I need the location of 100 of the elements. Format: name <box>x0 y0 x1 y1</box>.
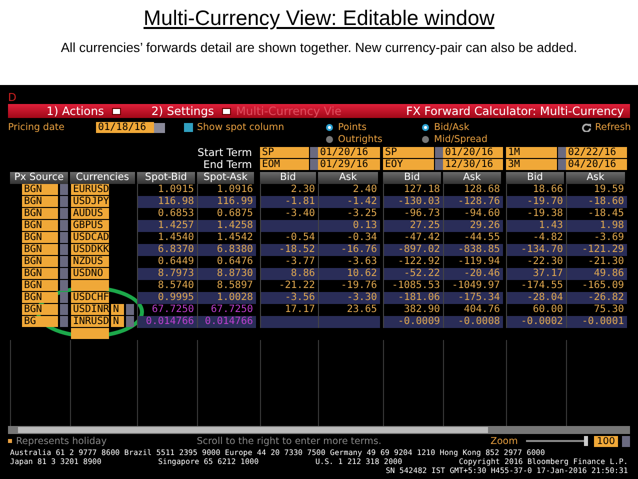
table-cell: 27.25 <box>383 220 443 232</box>
currency-field[interactable]: AUDUS <box>71 208 109 219</box>
menu-button[interactable]: 1) Actions <box>8 104 126 118</box>
zoom-field[interactable]: 100 <box>594 436 618 446</box>
currency-field[interactable]: USDCHF <box>71 292 109 303</box>
currency-field[interactable]: USDDKK <box>71 244 109 255</box>
radio-button[interactable]: Points <box>326 122 422 133</box>
table-cell: -18.52 <box>260 244 318 256</box>
currency-field[interactable]: NZDUS <box>71 256 109 267</box>
table-cell: 1.4257 <box>137 220 197 232</box>
currency-field[interactable]: USDINR <box>71 304 109 315</box>
term-field[interactable]: EOY <box>383 159 434 170</box>
table-cell: 29.26 <box>443 220 503 232</box>
table-cell: -838.85 <box>443 244 503 256</box>
legend-text: Represents holiday <box>16 436 107 446</box>
menu-button[interactable]: 2) Settings <box>126 104 236 118</box>
table-cell: 0.13 <box>318 220 380 232</box>
table-cell: 0.014766 <box>137 316 197 328</box>
zoom-label: Zoom <box>490 436 518 446</box>
dropdown-button[interactable] <box>622 436 630 446</box>
mode-field[interactable]: N <box>111 304 124 315</box>
date-field[interactable]: 01/29/16 <box>318 159 380 170</box>
slide-subtitle: All currencies’ forwards detail are shown together. New currency-pair can also be added. <box>60 40 578 55</box>
column-header: Ask <box>566 172 625 184</box>
term-label: End Term <box>203 159 253 171</box>
table-cell: 8.8730 <box>197 268 256 280</box>
date-field[interactable]: 01/20/16 <box>443 147 503 158</box>
currency-field[interactable]: USDCAD <box>71 232 109 243</box>
table-cell: 0.9995 <box>137 292 197 304</box>
source-field[interactable]: BGN <box>22 232 58 243</box>
source-field[interactable]: BGN <box>22 208 58 219</box>
table-cell: 1.43 <box>506 220 566 232</box>
table-cell: -16.76 <box>318 244 380 256</box>
currency-field[interactable]: USDNO <box>71 268 109 279</box>
table-cell: -19.70 <box>506 196 566 208</box>
source-field[interactable]: BGN <box>22 220 58 231</box>
column-header: Px Source <box>10 172 68 184</box>
table-cell: 6.8370 <box>137 244 197 256</box>
currency-field[interactable]: USDJPY <box>71 196 109 207</box>
table-cell: -0.0001 <box>566 316 627 328</box>
source-field[interactable]: BGN <box>22 184 58 195</box>
table-cell: -52.22 <box>383 268 443 280</box>
refresh-button[interactable]: Refresh <box>582 122 631 133</box>
radio-button[interactable]: Mid/Spread <box>422 134 582 145</box>
table-cell: -121.29 <box>566 244 627 256</box>
column-header: Spot-Ask <box>197 172 254 184</box>
checkbox[interactable]: Show spot column <box>184 122 326 133</box>
term-field[interactable]: SP <box>260 147 309 158</box>
table-cell: -3.30 <box>318 292 380 304</box>
dropdown-icon <box>222 108 231 114</box>
source-field[interactable]: BG <box>22 316 58 327</box>
table-cell: -0.0002 <box>506 316 566 328</box>
column-header: Ask <box>318 172 378 184</box>
table-cell: 116.98 <box>137 196 197 208</box>
currency-input-field[interactable] <box>71 328 109 339</box>
table-cell: 1.98 <box>566 220 627 232</box>
slide-title: Multi-Currency View: Editable window <box>144 7 494 31</box>
source-field[interactable]: BGN <box>22 256 58 267</box>
radio-button[interactable]: Bid/Ask <box>422 122 582 133</box>
source-field[interactable]: BGN <box>22 280 58 291</box>
currency-field[interactable] <box>71 280 109 291</box>
table-cell: -18.60 <box>566 196 627 208</box>
calendar-button[interactable] <box>154 122 165 132</box>
function-code: D <box>7 90 16 104</box>
table-cell: -130.03 <box>383 196 443 208</box>
mode-field[interactable]: N <box>111 316 124 327</box>
table-cell: -1.81 <box>260 196 318 208</box>
source-field[interactable]: BGN <box>22 244 58 255</box>
horizontal-scrollbar[interactable] <box>8 426 630 434</box>
date-field[interactable]: 01/20/16 <box>318 147 380 158</box>
date-field[interactable]: 02/22/16 <box>566 147 627 158</box>
term-label: Start Term <box>198 147 253 159</box>
source-field[interactable]: BGN <box>22 304 58 315</box>
table-cell: -128.76 <box>443 196 503 208</box>
source-field[interactable]: BGN <box>22 268 58 279</box>
term-field[interactable]: EOM <box>260 159 309 170</box>
column-header: Bid <box>383 172 441 184</box>
table-cell: 1.0028 <box>197 292 256 304</box>
table-cell: -20.46 <box>443 268 503 280</box>
source-field[interactable]: BGN <box>22 196 58 207</box>
table-cell: 49.86 <box>566 268 627 280</box>
date-field[interactable]: 04/20/16 <box>566 159 627 170</box>
column-header: Spot-Bid <box>137 172 195 184</box>
currency-field[interactable]: EURUSD <box>71 184 109 195</box>
term-field[interactable]: SP <box>383 147 434 158</box>
term-field[interactable]: 1M <box>506 147 557 158</box>
date-field[interactable]: 01/18/16 <box>96 122 154 133</box>
term-field[interactable]: 3M <box>506 159 557 170</box>
source-field[interactable]: BGN <box>22 292 58 303</box>
table-cell: 37.17 <box>506 268 566 280</box>
currency-field[interactable]: GBPUS <box>71 220 109 231</box>
currency-field[interactable]: INRUSD <box>71 316 109 327</box>
holiday-marker-icon <box>8 439 12 443</box>
table-cell: 1.4258 <box>197 220 256 232</box>
radio-button[interactable]: Outrights <box>326 134 422 145</box>
date-field[interactable]: 12/30/16 <box>443 159 503 170</box>
table-cell: -1.42 <box>318 196 380 208</box>
column-header: Bid <box>260 172 316 184</box>
hint-text: Scroll to the right to enter more terms. <box>196 436 382 446</box>
table-cell: 10.62 <box>318 268 380 280</box>
